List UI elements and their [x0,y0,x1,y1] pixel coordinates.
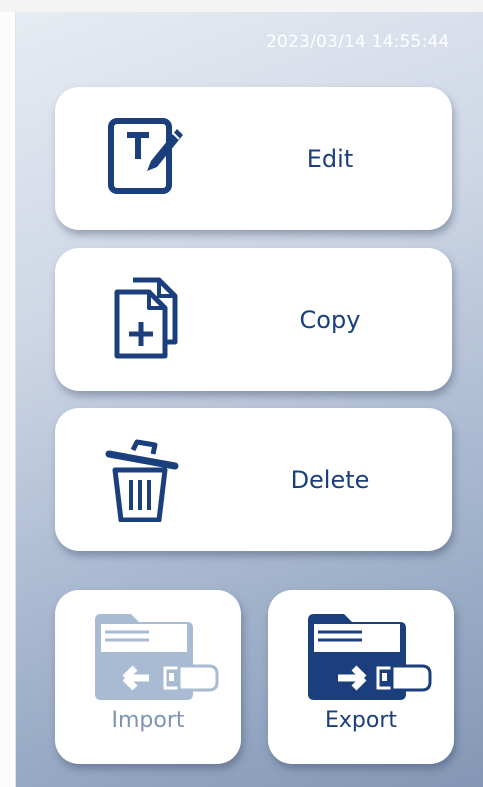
export-button[interactable]: Export [268,590,454,764]
clock-timestamp: 2023/03/14 14:55:44 [266,32,450,52]
export-label: Export [324,708,397,733]
left-edge-strip [0,12,16,787]
trash-icon [105,439,179,522]
delete-label: Delete [290,466,370,494]
folder-usb-export-icon [308,614,432,700]
delete-button[interactable]: Delete [55,408,452,551]
copy-label: Copy [299,306,361,334]
edit-text-icon [108,118,183,194]
folder-usb-import-icon [95,614,219,700]
import-label: Import [111,708,185,733]
import-button[interactable]: Import [55,590,241,764]
copy-add-icon [114,277,178,359]
app-frame: 2023/03/14 14:55:44 Edit Copy Delete Imp… [0,0,483,787]
copy-button[interactable]: Copy [55,248,452,391]
edit-button[interactable]: Edit [55,87,452,230]
edit-label: Edit [306,145,354,173]
file-actions-panel: 2023/03/14 14:55:44 Edit Copy Delete Imp… [16,12,483,787]
